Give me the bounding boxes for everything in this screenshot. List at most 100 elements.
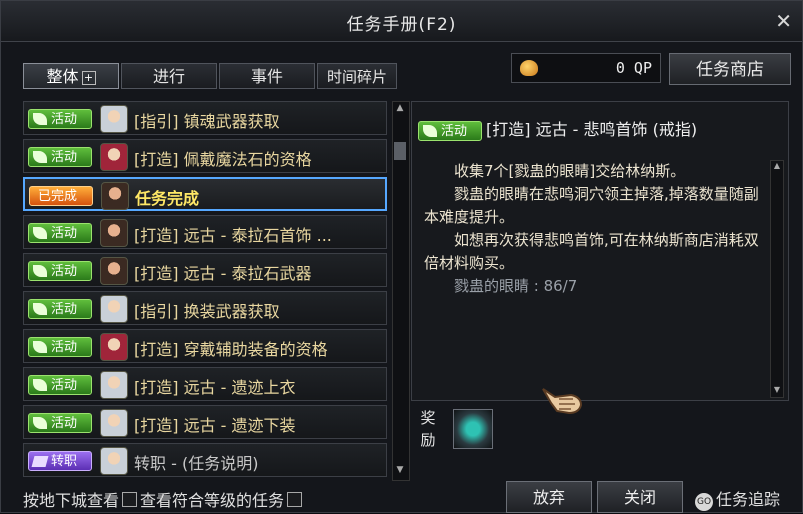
tab-overall[interactable]: 整体 + <box>23 63 119 89</box>
quest-type-badge-text: 活动 <box>51 378 78 393</box>
leaf-icon <box>33 151 47 163</box>
quest-type-badge-text: 活动 <box>51 112 78 127</box>
quest-title: 转职 - (任务说明) <box>134 454 259 473</box>
reward-item-slot[interactable] <box>453 409 493 449</box>
quest-title: [指引] 镇魂武器获取 <box>134 112 280 131</box>
quest-title: [打造] 远古 - 遗迹下装 <box>134 416 296 435</box>
quest-type-badge: 活动 <box>28 337 92 357</box>
detail-scroll-up-icon[interactable]: ▲ <box>771 161 783 173</box>
quest-trace-toggle[interactable]: GO 任务追踪 <box>695 486 780 511</box>
quest-list-item[interactable]: 已完成 任务完成 <box>23 177 387 211</box>
footer-filters: 按地下城查看 查看符合等级的任务 <box>23 487 305 511</box>
dungeon-view-label[interactable]: 按地下城查看 <box>23 491 119 510</box>
quest-type-badge: 已完成 <box>29 186 93 206</box>
reward-label: 奖励 <box>420 409 436 449</box>
tab-in-progress[interactable]: 进行 <box>121 63 217 89</box>
npc-avatar-icon <box>100 257 128 285</box>
quest-list-item[interactable]: 活动 [指引] 镇魂武器获取 <box>23 101 387 135</box>
tab-overall-label: 整体 <box>46 67 79 86</box>
quest-manual-window: 任务手册(F2) ✕ 整体 + 进行 事件 时间碎片 0 QP 任务商店 活动 [指… <box>0 0 803 513</box>
tab-in-progress-label: 进行 <box>152 67 185 86</box>
detail-progress: 戮蛊的眼睛 : 86/7 <box>454 277 578 295</box>
quest-shop-button[interactable]: 任务商店 <box>669 53 791 85</box>
quest-list-item[interactable]: 活动 [打造] 远古 - 遗迹上衣 <box>23 367 387 401</box>
leaf-icon <box>33 341 47 353</box>
detail-paragraph: 戮蛊的眼睛在悲鸣洞穴领主掉落,掉落数量随副本难度提升。 <box>424 185 759 226</box>
quest-title: [打造] 佩戴魔法石的资格 <box>134 150 312 169</box>
quest-type-badge: 活动 <box>28 375 92 395</box>
npc-avatar-icon <box>100 371 128 399</box>
window-title: 任务手册(F2) <box>346 15 457 35</box>
detail-scrollbar[interactable]: ▲ ▼ <box>770 160 784 398</box>
title-bar[interactable]: 任务手册(F2) ✕ <box>1 1 802 42</box>
detail-badge: 活动 <box>418 120 482 141</box>
tab-time-fragments[interactable]: 时间碎片 <box>317 63 397 89</box>
quest-list-item[interactable]: 转职 转职 - (任务说明) <box>23 443 387 477</box>
npc-avatar-icon <box>100 219 128 247</box>
detail-paragraph: 收集7个[戮蛊的眼睛]交给林纳斯。 <box>454 162 686 180</box>
leaf-icon <box>33 379 47 391</box>
quest-title: [指引] 换装武器获取 <box>134 302 280 321</box>
quest-title: [打造] 远古 - 泰拉石首饰 ... <box>134 226 332 245</box>
qp-value: 0 QP <box>615 59 652 77</box>
npc-avatar-icon <box>100 295 128 323</box>
npc-avatar-icon <box>100 447 128 475</box>
close-button[interactable]: 关闭 <box>597 481 683 513</box>
npc-avatar-icon <box>100 105 128 133</box>
quest-trace-label: 任务追踪 <box>716 490 781 509</box>
quest-list-item[interactable]: 活动 [打造] 远古 - 遗迹下装 <box>23 405 387 439</box>
scroll-thumb[interactable] <box>394 142 406 160</box>
extra-checkbox[interactable] <box>287 492 303 507</box>
leaf-icon <box>33 227 47 239</box>
leaf-icon <box>33 113 47 125</box>
detail-title: [打造] 远古 - 悲鸣首饰 (戒指) <box>486 120 698 139</box>
level-filter-checkbox[interactable] <box>122 492 138 507</box>
quest-type-badge-text: 活动 <box>51 340 78 355</box>
quest-type-badge: 活动 <box>28 299 92 319</box>
abandon-button[interactable]: 放弃 <box>506 481 592 513</box>
scroll-down-icon[interactable]: ▼ <box>394 465 406 479</box>
quest-type-badge-text: 活动 <box>51 226 78 241</box>
detail-header: 活动 [打造] 远古 - 悲鸣首饰 (戒指) <box>418 116 697 141</box>
quest-title: [打造] 穿戴辅助装备的资格 <box>134 340 328 359</box>
detail-scroll-down-icon[interactable]: ▼ <box>771 385 783 397</box>
leaf-icon <box>33 303 47 315</box>
quest-title: [打造] 远古 - 遗迹上衣 <box>134 378 296 397</box>
quest-type-badge: 活动 <box>28 109 92 129</box>
quest-list-item[interactable]: 活动 [打造] 远古 - 泰拉石首饰 ... <box>23 215 387 249</box>
detail-paragraph: 如想再次获得悲鸣首饰,可在林纳斯商店消耗双倍材料购买。 <box>424 231 759 272</box>
quest-type-badge: 活动 <box>28 261 92 281</box>
close-icon[interactable]: ✕ <box>775 9 792 33</box>
quest-list-scrollbar[interactable]: ▲ ▼ <box>392 101 410 481</box>
quest-type-badge-text: 转职 <box>51 454 78 469</box>
job-gem-icon <box>31 456 49 467</box>
quest-list: 活动 [指引] 镇魂武器获取 活动 [打造] 佩戴魔法石的资格 已完成 任务完成 活动 [打造… <box>23 101 391 485</box>
quest-type-badge-text: 已完成 <box>38 189 78 204</box>
quest-type-badge: 转职 <box>28 451 92 471</box>
quest-list-item[interactable]: 活动 [打造] 穿戴辅助装备的资格 <box>23 329 387 363</box>
npc-avatar-icon <box>100 333 128 361</box>
leaf-icon <box>33 265 47 277</box>
quest-detail-panel: 活动 [打造] 远古 - 悲鸣首饰 (戒指) 收集7个[戮蛊的眼睛]交给林纳斯。 … <box>411 101 789 401</box>
quest-title: 任务完成 <box>135 189 200 208</box>
expand-plus-icon[interactable]: + <box>81 71 96 85</box>
quest-type-badge: 活动 <box>28 223 92 243</box>
npc-avatar-icon <box>101 182 129 210</box>
go-icon: GO <box>695 493 713 511</box>
quest-list-item[interactable]: 活动 [指引] 换装武器获取 <box>23 291 387 325</box>
quest-list-item[interactable]: 活动 [打造] 佩戴魔法石的资格 <box>23 139 387 173</box>
level-filter-label[interactable]: 查看符合等级的任务 <box>140 491 284 510</box>
quest-type-badge: 活动 <box>28 413 92 433</box>
quest-type-badge-text: 活动 <box>51 264 78 279</box>
quest-type-badge-text: 活动 <box>51 150 78 165</box>
coin-icon <box>520 60 538 76</box>
leaf-icon <box>423 124 437 137</box>
tab-events-label: 事件 <box>250 67 283 86</box>
quest-type-badge: 活动 <box>28 147 92 167</box>
qp-currency-display: 0 QP <box>511 53 661 83</box>
scroll-up-icon[interactable]: ▲ <box>394 103 406 117</box>
tab-events[interactable]: 事件 <box>219 63 315 89</box>
quest-title: [打造] 远古 - 泰拉石武器 <box>134 264 312 283</box>
tab-time-fragments-label: 时间碎片 <box>326 68 387 86</box>
quest-list-item[interactable]: 活动 [打造] 远古 - 泰拉石武器 <box>23 253 387 287</box>
